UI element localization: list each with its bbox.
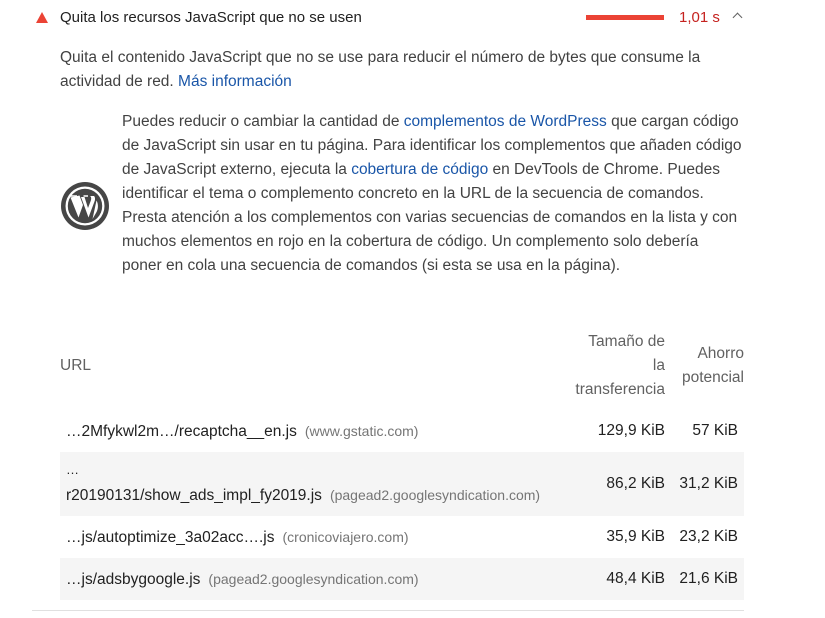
wordpress-plugins-link[interactable]: complementos de WordPress — [404, 113, 607, 130]
section-divider — [32, 610, 744, 611]
audit-title: Quita los recursos JavaScript que no se … — [60, 9, 362, 26]
table-row: … r20190131/show_ads_impl_fy2019.js (pagea… — [60, 452, 744, 516]
row-url[interactable]: …js/adsbygoogle.js — [66, 571, 200, 588]
stack-text-1: Puedes reducir o cambiar la cantidad de — [122, 113, 404, 130]
savings-header-line-2: potencial — [681, 369, 744, 386]
row-url-cell: …js/autoptimize_3a02acc….js (cronicoviaje… — [66, 526, 409, 549]
learn-more-link[interactable]: Más información — [178, 73, 292, 90]
savings-bar-fill — [586, 15, 664, 20]
row-transfer-size: 35,9 KiB — [606, 528, 665, 545]
table-header: URL Tamaño de la transferencia Ahorro po… — [60, 330, 744, 402]
row-potential-saving: 23,2 KiB — [679, 528, 738, 545]
savings-bar — [586, 15, 664, 20]
row-url-cell: … r20190131/show_ads_impl_fy2019.js (pagea… — [66, 462, 540, 507]
audit-header[interactable]: Quita los recursos JavaScript que no se … — [0, 0, 825, 38]
table-row: …js/adsbygoogle.js (pagead2.googlesyndica… — [60, 558, 744, 600]
savings-value: 1,01 s — [679, 9, 720, 26]
row-transfer-size: 48,4 KiB — [606, 570, 665, 587]
transfer-header-line-2: la — [652, 357, 665, 374]
column-header-transfer-size: Tamaño de la transferencia — [555, 330, 665, 402]
description-text: Quita el contenido JavaScript que no se … — [60, 49, 701, 90]
row-url-cell: …js/adsbygoogle.js (pagead2.googlesyndica… — [66, 568, 419, 591]
code-coverage-link[interactable]: cobertura de código — [351, 161, 488, 178]
row-url[interactable]: …js/autoptimize_3a02acc….js — [66, 529, 275, 546]
wordpress-icon — [61, 182, 109, 230]
table-row: …js/autoptimize_3a02acc….js (cronicoviaje… — [60, 516, 744, 558]
row-url[interactable]: r20190131/show_ads_impl_fy2019.js — [66, 487, 322, 504]
transfer-header-line-1: Tamaño de — [588, 333, 665, 350]
row-host: (pagead2.googlesyndication.com) — [329, 487, 541, 503]
row-host: (www.gstatic.com) — [304, 423, 419, 439]
row-potential-saving: 31,2 KiB — [679, 475, 738, 492]
stack-pack-note: Puedes reducir o cambiar la cantidad de … — [122, 110, 742, 278]
row-host: (pagead2.googlesyndication.com) — [208, 571, 419, 587]
resources-table: …2Mfykwl2m…/recaptcha__en.js (www.gstatic… — [60, 410, 744, 600]
row-url[interactable]: …2Mfykwl2m…/recaptcha__en.js — [66, 423, 297, 440]
chevron-up-icon[interactable] — [732, 12, 743, 23]
row-transfer-size: 86,2 KiB — [606, 475, 665, 492]
row-host: (cronicoviajero.com) — [282, 529, 409, 545]
column-header-url: URL — [60, 357, 92, 374]
table-row: …2Mfykwl2m…/recaptcha__en.js (www.gstatic… — [60, 410, 744, 452]
row-transfer-size: 129,9 KiB — [597, 422, 665, 439]
transfer-header-line-3: transferencia — [575, 381, 665, 398]
row-potential-saving: 21,6 KiB — [679, 570, 738, 587]
fail-triangle-icon — [36, 12, 48, 23]
column-header-potential-savings: Ahorro potencial — [669, 342, 744, 390]
row-url-prefix: … — [66, 462, 79, 477]
row-url-cell: …2Mfykwl2m…/recaptcha__en.js (www.gstatic… — [66, 420, 418, 443]
savings-header-line-1: Ahorro — [697, 345, 744, 362]
row-potential-saving: 57 KiB — [692, 422, 738, 439]
audit-description: Quita el contenido JavaScript que no se … — [60, 46, 740, 94]
